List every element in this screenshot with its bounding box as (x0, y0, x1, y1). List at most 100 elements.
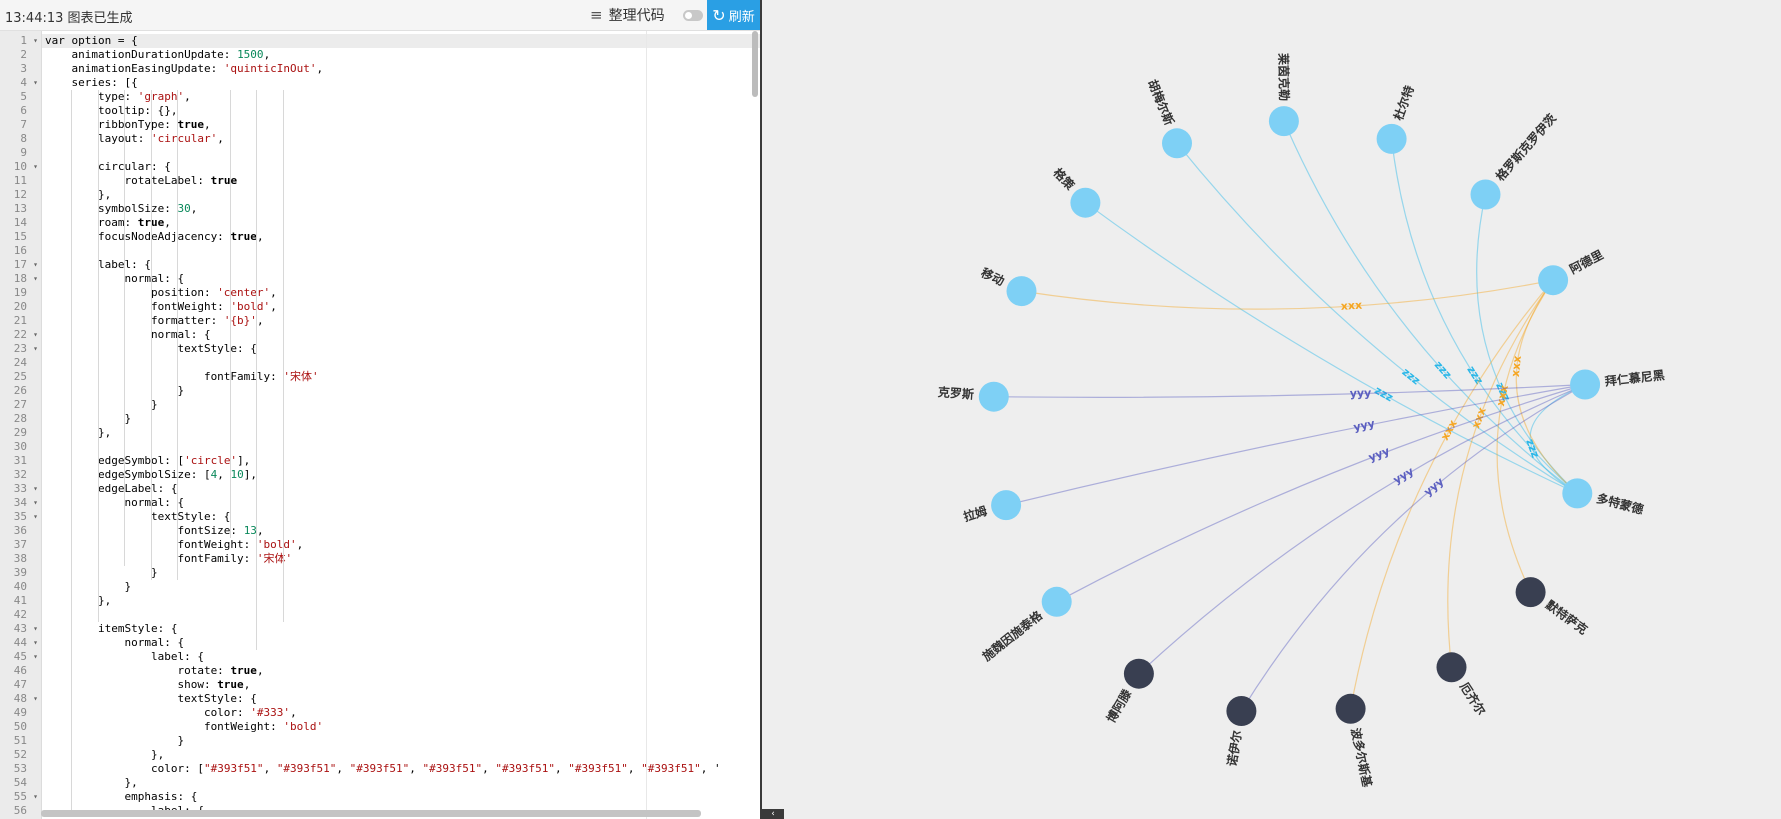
graph-node[interactable] (1436, 652, 1467, 683)
graph-node[interactable] (1070, 187, 1101, 218)
graph-chart[interactable]: zzzzzz zzz zzzzzzzzzxxxxxxxxxxxxxxxyyyyyyy… (762, 0, 1781, 819)
fold-arrow-icon[interactable]: ▾ (33, 342, 38, 356)
fold-arrow-icon[interactable]: ▾ (33, 510, 38, 524)
code-editor[interactable]: 1 ▾ 2 3 4 ▾ 5 6 7 8 9 10 ▾ 11 12 13 14 15 16 17 ▾ 18 ▾ 19 20 21 22… (0, 31, 760, 819)
node-label: 格策 (1050, 165, 1078, 193)
graph-node[interactable] (1123, 658, 1154, 689)
code-line: normal: { (45, 328, 211, 341)
graph-edge[interactable] (1447, 279, 1554, 668)
graph-edge[interactable] (1085, 202, 1578, 494)
line-number-text: 22 (13, 328, 27, 341)
indent-guide (282, 90, 284, 622)
fold-arrow-icon[interactable]: ▾ (33, 34, 38, 48)
editor-toolbar: 13:44:13 图表已生成 ≡ 整理代码 ↻ 刷新 (0, 0, 760, 31)
graph-node[interactable] (1376, 123, 1407, 154)
line-number-text: 21 (13, 314, 27, 327)
line-number-text: 44 (13, 636, 27, 649)
graph-node[interactable] (1570, 369, 1601, 400)
fold-arrow-icon[interactable]: ▾ (33, 76, 38, 90)
fold-arrow-icon[interactable]: ▾ (33, 160, 38, 174)
fold-arrow-icon[interactable]: ▾ (33, 482, 38, 496)
format-code-button[interactable]: ≡ 整理代码 (590, 5, 665, 25)
code-line: edgeLabel: { (45, 482, 178, 495)
code-line: var option = { (45, 34, 138, 47)
line-number-text: 42 (13, 608, 27, 621)
code-line: fontWeight: 'bold', (45, 300, 277, 313)
code-line: circular: { (45, 160, 171, 173)
graph-node[interactable] (1162, 128, 1192, 159)
line-number-text: 55 (13, 790, 27, 803)
fold-arrow-icon[interactable]: ▾ (33, 692, 38, 706)
chart-preview-panel[interactable]: zzz zzz zzz zzz zzz zzz xxx xxx xxx xxx xxx yyy yyy y… (762, 0, 1781, 819)
graph-node[interactable] (1226, 696, 1257, 726)
graph-edge[interactable] (1496, 279, 1554, 593)
graph-edge[interactable] (1350, 279, 1554, 709)
line-number-text: 40 (13, 580, 27, 593)
graph-node[interactable] (978, 381, 1009, 412)
graph-node[interactable] (1041, 586, 1072, 617)
graph-node[interactable] (991, 490, 1022, 521)
vertical-scrollbar[interactable] (752, 31, 758, 97)
collapse-handle-icon[interactable]: ‹ (762, 809, 784, 819)
fold-arrow-icon[interactable]: ▾ (33, 328, 38, 342)
toggle-switch[interactable] (683, 10, 703, 21)
graph-node[interactable] (1268, 106, 1299, 137)
line-number-text: 13 (13, 202, 27, 215)
line-number: 41 (0, 594, 41, 608)
line-number: 18 ▾ (0, 272, 41, 286)
line-number-text: 36 (13, 524, 27, 537)
horizontal-scrollbar[interactable] (41, 810, 701, 817)
line-number-text: 11 (13, 174, 27, 187)
refresh-button[interactable]: ↻ 刷新 (707, 0, 760, 30)
graph-node[interactable] (1538, 265, 1569, 296)
code-line: }, (45, 188, 112, 201)
graph-edge[interactable] (1529, 383, 1586, 494)
line-number: 3 (0, 62, 41, 76)
code-line: fontWeight: 'bold' (45, 720, 324, 733)
node-label: 格罗斯克罗伊茨 (1492, 111, 1559, 184)
line-number: 44 ▾ (0, 636, 41, 650)
fold-arrow-icon[interactable]: ▾ (33, 650, 38, 664)
node-label: 施魏因施泰格 (979, 607, 1046, 664)
fold-arrow-icon[interactable]: ▾ (33, 258, 38, 272)
code-line: }, (45, 594, 112, 607)
code-line: emphasis: { (45, 790, 198, 803)
fold-arrow-icon[interactable]: ▾ (33, 636, 38, 650)
line-number-text: 20 (13, 300, 27, 313)
fold-arrow-icon[interactable]: ▾ (33, 790, 38, 804)
line-number-text: 1 (20, 34, 27, 47)
line-number-text: 38 (13, 552, 27, 565)
line-number: 38 (0, 552, 41, 566)
code-line: tooltip: {}, (45, 104, 178, 117)
fold-arrow-icon[interactable]: ▾ (33, 272, 38, 286)
graph-node[interactable] (1515, 577, 1546, 608)
line-number: 36 (0, 524, 41, 538)
code-text-area[interactable]: var option = { animationDurationUpdate: … (42, 31, 760, 819)
graph-node[interactable] (1335, 693, 1366, 724)
code-line: show: true, (45, 678, 251, 691)
fold-arrow-icon[interactable]: ▾ (33, 622, 38, 636)
node-label: 胡梅尔斯 (1145, 77, 1177, 127)
graph-edge[interactable] (1056, 383, 1586, 603)
line-number: 9 (0, 146, 41, 160)
line-number: 56 (0, 804, 41, 818)
line-number: 42 (0, 608, 41, 622)
fold-arrow-icon[interactable]: ▾ (33, 496, 38, 510)
print-margin (646, 31, 647, 819)
edge-label: yyy (1352, 417, 1376, 434)
line-number-text: 12 (13, 188, 27, 201)
node-label: 拜仁慕尼黑 (1604, 367, 1665, 389)
line-number: 32 (0, 468, 41, 482)
node-label: 莱茵克勒 (1276, 53, 1292, 101)
refresh-label: 刷新 (728, 9, 755, 25)
node-label: 博阿滕 (1103, 686, 1135, 725)
line-number-text: 39 (13, 566, 27, 579)
graph-node[interactable] (1006, 276, 1037, 307)
graph-edge[interactable] (1176, 142, 1578, 494)
graph-node[interactable] (1470, 179, 1501, 210)
line-number-text: 30 (13, 440, 27, 453)
edge-label: yyy (1350, 386, 1372, 400)
line-number-text: 41 (13, 594, 27, 607)
graph-node[interactable] (1562, 478, 1593, 509)
graph-edge[interactable] (1021, 279, 1554, 310)
